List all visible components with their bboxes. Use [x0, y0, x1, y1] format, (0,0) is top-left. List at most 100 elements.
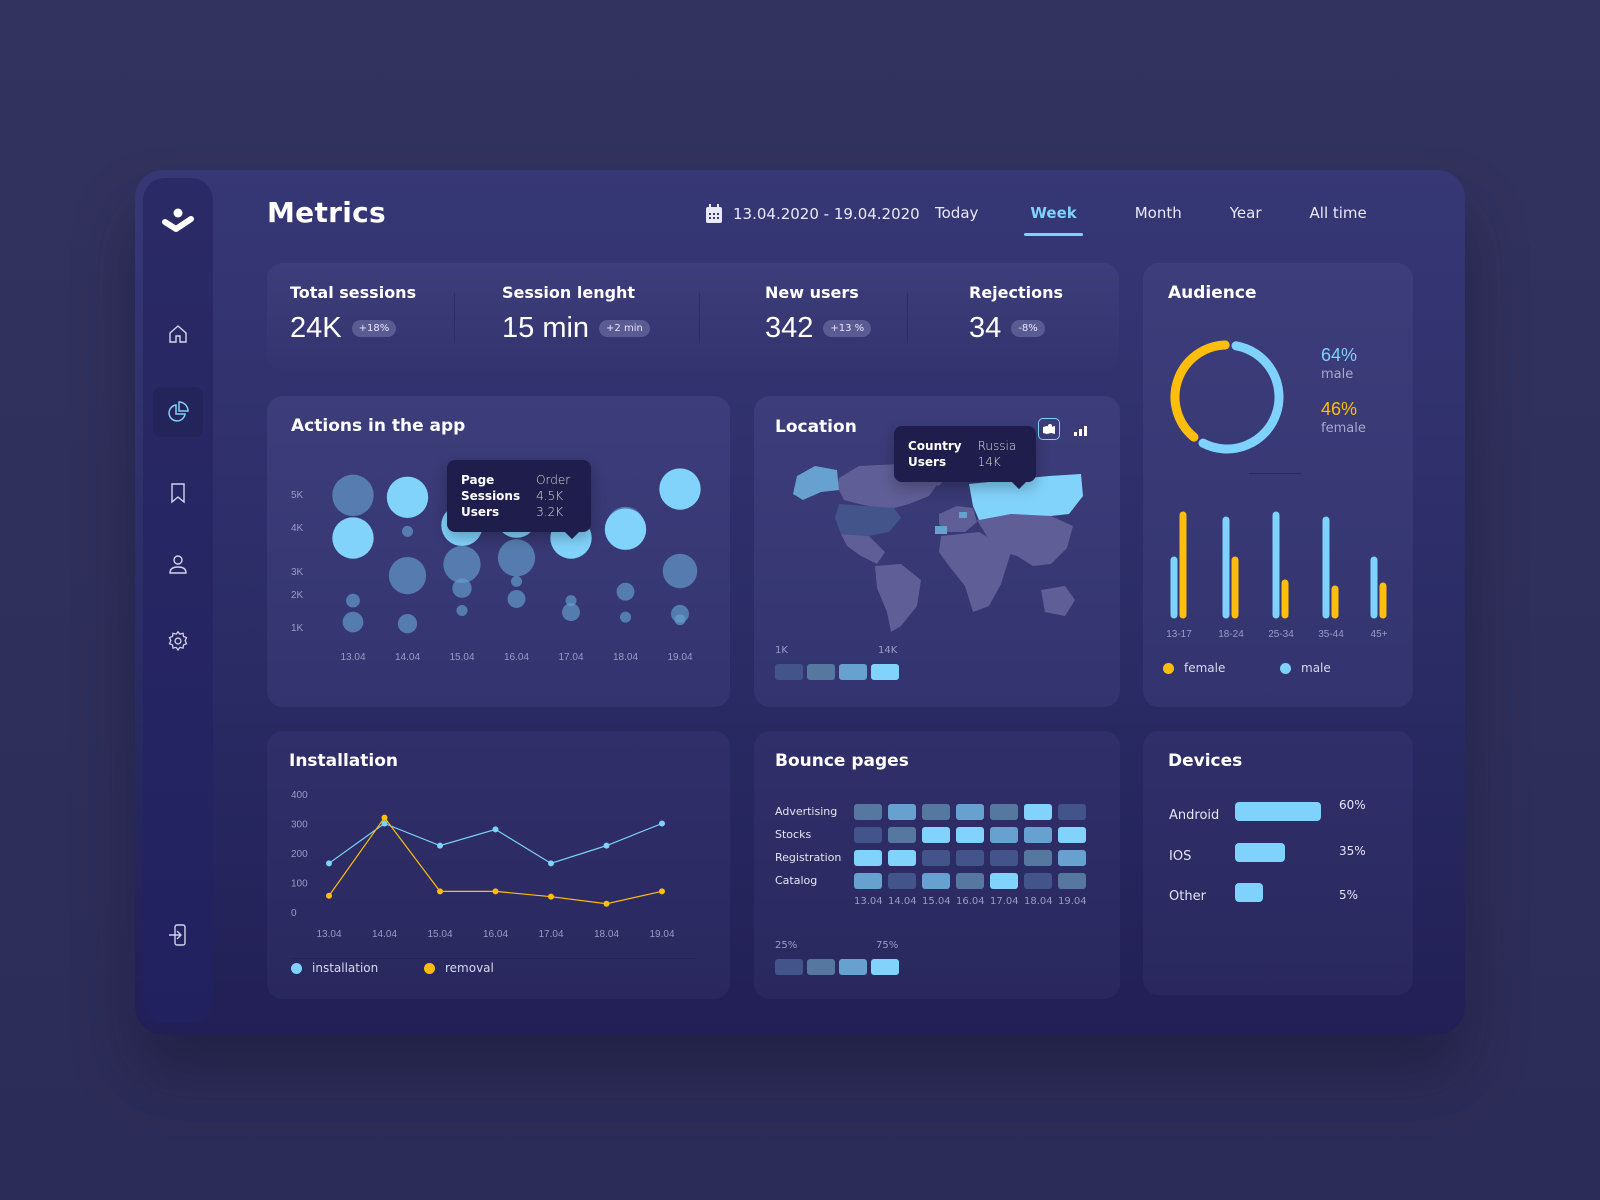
- heatmap-col-label: 15.04: [922, 896, 951, 907]
- legend-male: male: [1280, 661, 1331, 675]
- x-tick-label: 17.04: [538, 929, 563, 940]
- heatmap-cell[interactable]: [1058, 804, 1086, 820]
- heatmap-cell[interactable]: [990, 827, 1018, 843]
- bubble: [510, 575, 523, 587]
- logout-button[interactable]: [153, 910, 203, 960]
- stat-delta-badge: +2 min: [599, 320, 650, 337]
- male-percent: 64%: [1321, 345, 1358, 365]
- sidebar-item-settings[interactable]: [153, 616, 203, 666]
- bubble: [388, 556, 427, 595]
- date-range-picker[interactable]: 13.04.2020 - 19.04.2020: [705, 204, 920, 224]
- point-removal: [548, 893, 554, 900]
- sidebar-item-analytics[interactable]: [153, 387, 203, 437]
- legend-removal: removal: [424, 961, 494, 975]
- heatmap-cell[interactable]: [1058, 873, 1086, 889]
- point-installation: [326, 860, 332, 867]
- user-icon: [169, 555, 187, 574]
- gear-icon: [168, 630, 188, 652]
- heatmap-cell[interactable]: [888, 827, 916, 843]
- heatmap-cell[interactable]: [888, 804, 916, 820]
- x-tick-label: 45+: [1371, 629, 1388, 640]
- heatmap-cell[interactable]: [956, 827, 984, 843]
- stat-value: 24K: [290, 312, 342, 344]
- bubble: [401, 525, 414, 537]
- tab-week[interactable]: Week: [1024, 204, 1084, 236]
- heatmap-cell[interactable]: [1058, 850, 1086, 866]
- x-tick-label: 18-24: [1218, 629, 1244, 640]
- heatmap-cell[interactable]: [1024, 827, 1052, 843]
- legend-label: female: [1184, 661, 1226, 675]
- heatmap-cell[interactable]: [956, 873, 984, 889]
- device-percent: 60%: [1339, 798, 1366, 812]
- bubble: [346, 593, 360, 608]
- x-tick-label: 19.04: [667, 652, 692, 663]
- bounce-pages-card: Bounce pages Advertising Stocks Registrati…: [754, 731, 1120, 999]
- logo-icon[interactable]: [160, 202, 196, 238]
- signal-bars-icon: [1074, 426, 1087, 436]
- heatmap-cell[interactable]: [956, 804, 984, 820]
- heatmap-col-label: 18.04: [1024, 896, 1053, 907]
- stat-label: Session lenght: [502, 283, 636, 302]
- location-tooltip: Country Russia Users 14K: [894, 426, 1036, 482]
- heatmap-cell[interactable]: [888, 850, 916, 866]
- heatmap-col-label: 17.04: [990, 896, 1019, 907]
- heatmap-cell[interactable]: [854, 804, 882, 820]
- heatmap-cell[interactable]: [854, 850, 882, 866]
- heatmap-cell[interactable]: [990, 873, 1018, 889]
- device-bar: [1235, 802, 1321, 821]
- heatmap-cell[interactable]: [1024, 850, 1052, 866]
- bubble: [619, 611, 632, 623]
- tooltip-key: Country: [908, 439, 962, 453]
- heatmap-cell[interactable]: [990, 850, 1018, 866]
- tab-all-time[interactable]: All time: [1310, 204, 1367, 236]
- x-tick-label: 15.04: [449, 652, 474, 663]
- tab-year[interactable]: Year: [1230, 204, 1262, 236]
- heatmap-cell[interactable]: [922, 804, 950, 820]
- scale-swatch: [807, 664, 835, 680]
- heatmap-cell[interactable]: [990, 804, 1018, 820]
- scale-swatch: [839, 664, 867, 680]
- heatmap-cell[interactable]: [956, 850, 984, 866]
- x-tick-label: 15.04: [427, 929, 452, 940]
- tooltip-key: Users: [461, 505, 500, 519]
- map-poland: [959, 512, 967, 518]
- tab-today[interactable]: Today: [935, 204, 978, 236]
- legend-label: installation: [312, 961, 379, 975]
- heatmap-cell[interactable]: [1024, 804, 1052, 820]
- sidebar-item-home[interactable]: [153, 309, 203, 359]
- stat-delta-badge: +18%: [351, 320, 397, 337]
- heatmap-cell[interactable]: [854, 827, 882, 843]
- heatmap-cell[interactable]: [854, 873, 882, 889]
- heatmap-col-label: 14.04: [888, 896, 917, 907]
- heatmap-cell[interactable]: [922, 850, 950, 866]
- bubble-chart: 5K 4K 3K 2K 1K 13.04 14.04 15.04 16.04 17.04 18.04…: [291, 468, 701, 663]
- stats-card: Total sessions 24K +18% Session lenght 15…: [267, 263, 1119, 371]
- legend-dot: [291, 962, 302, 974]
- scale-swatch: [871, 959, 899, 975]
- tab-month[interactable]: Month: [1135, 204, 1182, 236]
- heatmap-col-label: 16.04: [956, 896, 985, 907]
- bounce-color-scale: [775, 959, 903, 975]
- bubble: [604, 508, 647, 550]
- heatmap-cell[interactable]: [922, 827, 950, 843]
- heatmap-cell[interactable]: [888, 873, 916, 889]
- sidebar-item-bookmarks[interactable]: [153, 468, 203, 518]
- sidebar-item-profile[interactable]: [153, 540, 203, 590]
- scale-swatch: [775, 664, 803, 680]
- y-tick-label: 100: [291, 879, 308, 890]
- x-tick-label: 19.04: [649, 929, 674, 940]
- x-tick-label: 25-34: [1268, 629, 1294, 640]
- heatmap-cell[interactable]: [922, 873, 950, 889]
- map-view-button[interactable]: [1038, 418, 1060, 440]
- map-mexico: [841, 534, 885, 564]
- x-tick-label: 16.04: [483, 929, 508, 940]
- scale-swatch: [839, 959, 867, 975]
- heatmap-row-label: Stocks: [775, 828, 812, 841]
- heatmap-cell[interactable]: [1058, 827, 1086, 843]
- divider: [1249, 473, 1301, 474]
- map-usa: [835, 504, 901, 536]
- heatmap-cell[interactable]: [1024, 873, 1052, 889]
- map-spain: [935, 526, 947, 534]
- bars-view-button[interactable]: [1074, 422, 1088, 441]
- installation-card: Installation 400 300 200 100 0 13.04 14.04 15.0…: [267, 731, 730, 999]
